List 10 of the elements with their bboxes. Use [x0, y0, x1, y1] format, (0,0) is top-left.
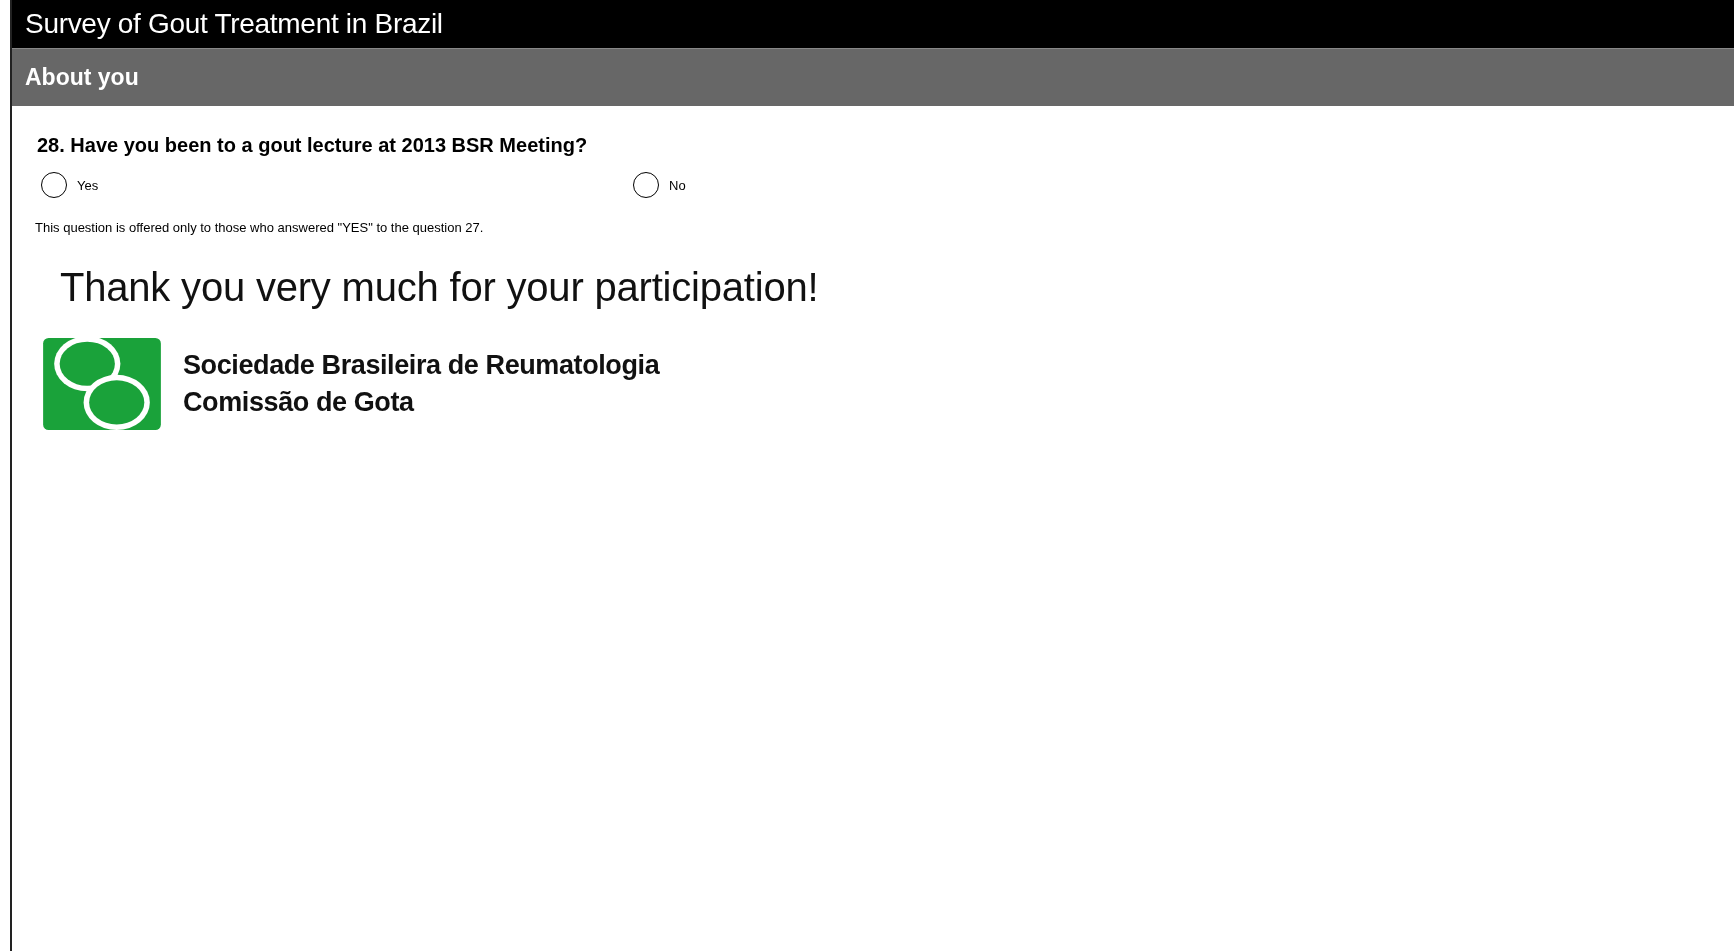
organization-name: Sociedade Brasileira de Reumatologia [183, 350, 660, 381]
question-note: This question is offered only to those who answered "YES" to the question 27. [35, 220, 485, 235]
survey-title: Survey of Gout Treatment in Brazil [25, 8, 443, 40]
question-text: 28. Have you been to a gout lecture at 2013 BSR Meeting? [37, 134, 589, 157]
logo-icon [43, 338, 161, 430]
option-label: No [669, 177, 686, 193]
option-label: Yes [77, 177, 99, 193]
organization-name: Comissão de Gota [183, 387, 416, 418]
section-title: About you [25, 64, 139, 91]
thank-you-message: Thank you very much for your participation! [60, 265, 820, 310]
